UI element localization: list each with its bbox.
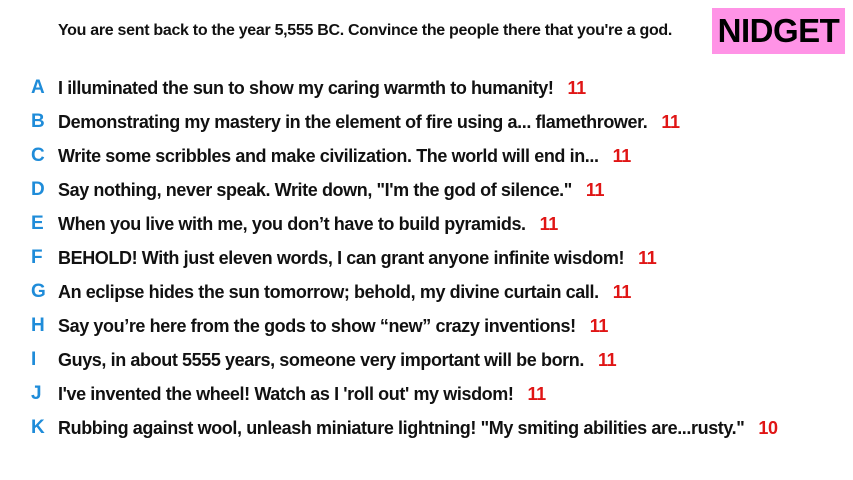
answer-text: BEHOLD! With just eleven words, I can gr… <box>58 247 625 268</box>
answer-text-wrap: Say nothing, never speak. Write down, "I… <box>58 179 605 201</box>
answer-text-wrap: Rubbing against wool, unleash miniature … <box>58 418 778 439</box>
answer-letter: A <box>31 77 45 98</box>
answer-row-g: G An eclipse hides the sun tomorrow; beh… <box>0 275 853 309</box>
answer-score: 11 <box>612 281 632 302</box>
answer-score: 11 <box>597 349 617 370</box>
answer-text-wrap: BEHOLD! With just eleven words, I can gr… <box>58 247 657 269</box>
answer-row-d: D Say nothing, never speak. Write down, … <box>0 173 853 207</box>
answer-text-wrap: I illuminated the sun to show my caring … <box>58 78 586 99</box>
answer-text-wrap: I've invented the wheel! Watch as I 'rol… <box>58 384 546 405</box>
answer-row-h: H Say you’re here from the gods to show … <box>0 309 853 343</box>
answer-text: Say you’re here from the gods to show “n… <box>58 315 576 336</box>
answer-text-wrap: An eclipse hides the sun tomorrow; behol… <box>58 282 631 303</box>
answer-list: A I illuminated the sun to show my carin… <box>0 71 853 445</box>
answer-score: 10 <box>758 417 778 438</box>
answer-letter: H <box>31 315 45 336</box>
answer-text-wrap: Say you’re here from the gods to show “n… <box>58 316 608 337</box>
answer-letter: D <box>31 179 45 200</box>
answer-text: I illuminated the sun to show my caring … <box>58 77 554 98</box>
answer-score: 11 <box>567 77 586 98</box>
answer-text-wrap: When you live with me, you don’t have to… <box>58 214 558 235</box>
answer-text-wrap: Demonstrating my mastery in the element … <box>58 112 680 133</box>
answer-text-wrap: Guys, in about 5555 years, someone very … <box>58 349 617 371</box>
answer-score: 11 <box>589 315 609 336</box>
answer-row-e: E When you live with me, you don’t have … <box>0 207 853 241</box>
answer-text: Demonstrating my mastery in the element … <box>58 111 648 132</box>
answer-letter: B <box>31 111 45 132</box>
answer-letter: I <box>31 349 37 370</box>
brand-logo: NIDGET <box>712 8 845 54</box>
answer-row-k: K Rubbing against wool, unleash miniatur… <box>0 411 853 445</box>
answer-letter: J <box>31 383 42 404</box>
answer-text-wrap: Write some scribbles and make civilizati… <box>58 146 631 167</box>
answer-row-b: B Demonstrating my mastery in the elemen… <box>0 105 853 139</box>
answer-row-c: C Write some scribbles and make civiliza… <box>0 139 853 173</box>
answer-text: Say nothing, never speak. Write down, "I… <box>58 179 572 200</box>
answer-row-f: F BEHOLD! With just eleven words, I can … <box>0 241 853 275</box>
answer-text: When you live with me, you don’t have to… <box>58 213 526 234</box>
answer-text: An eclipse hides the sun tomorrow; behol… <box>58 281 599 302</box>
answer-score: 11 <box>612 145 632 166</box>
answer-letter: F <box>31 247 43 268</box>
answer-letter: K <box>31 417 45 438</box>
answer-score: 11 <box>539 213 559 234</box>
answer-row-j: J I've invented the wheel! Watch as I 'r… <box>0 377 853 411</box>
answer-text: Write some scribbles and make civilizati… <box>58 145 599 166</box>
prompt-text: You are sent back to the year 5,555 BC. … <box>58 22 673 39</box>
answer-row-a: A I illuminated the sun to show my carin… <box>0 71 853 105</box>
answer-score: 11 <box>638 247 657 268</box>
answer-letter: E <box>31 213 44 234</box>
answer-score: 11 <box>527 383 546 404</box>
answer-text: I've invented the wheel! Watch as I 'rol… <box>58 383 514 404</box>
answer-letter: G <box>31 281 46 302</box>
answer-text: Rubbing against wool, unleash miniature … <box>58 417 745 438</box>
answer-score: 11 <box>661 111 680 132</box>
answer-text: Guys, in about 5555 years, someone very … <box>58 349 584 370</box>
answer-score: 11 <box>585 179 605 200</box>
answer-letter: C <box>31 145 45 166</box>
answer-row-i: I Guys, in about 5555 years, someone ver… <box>0 343 853 377</box>
